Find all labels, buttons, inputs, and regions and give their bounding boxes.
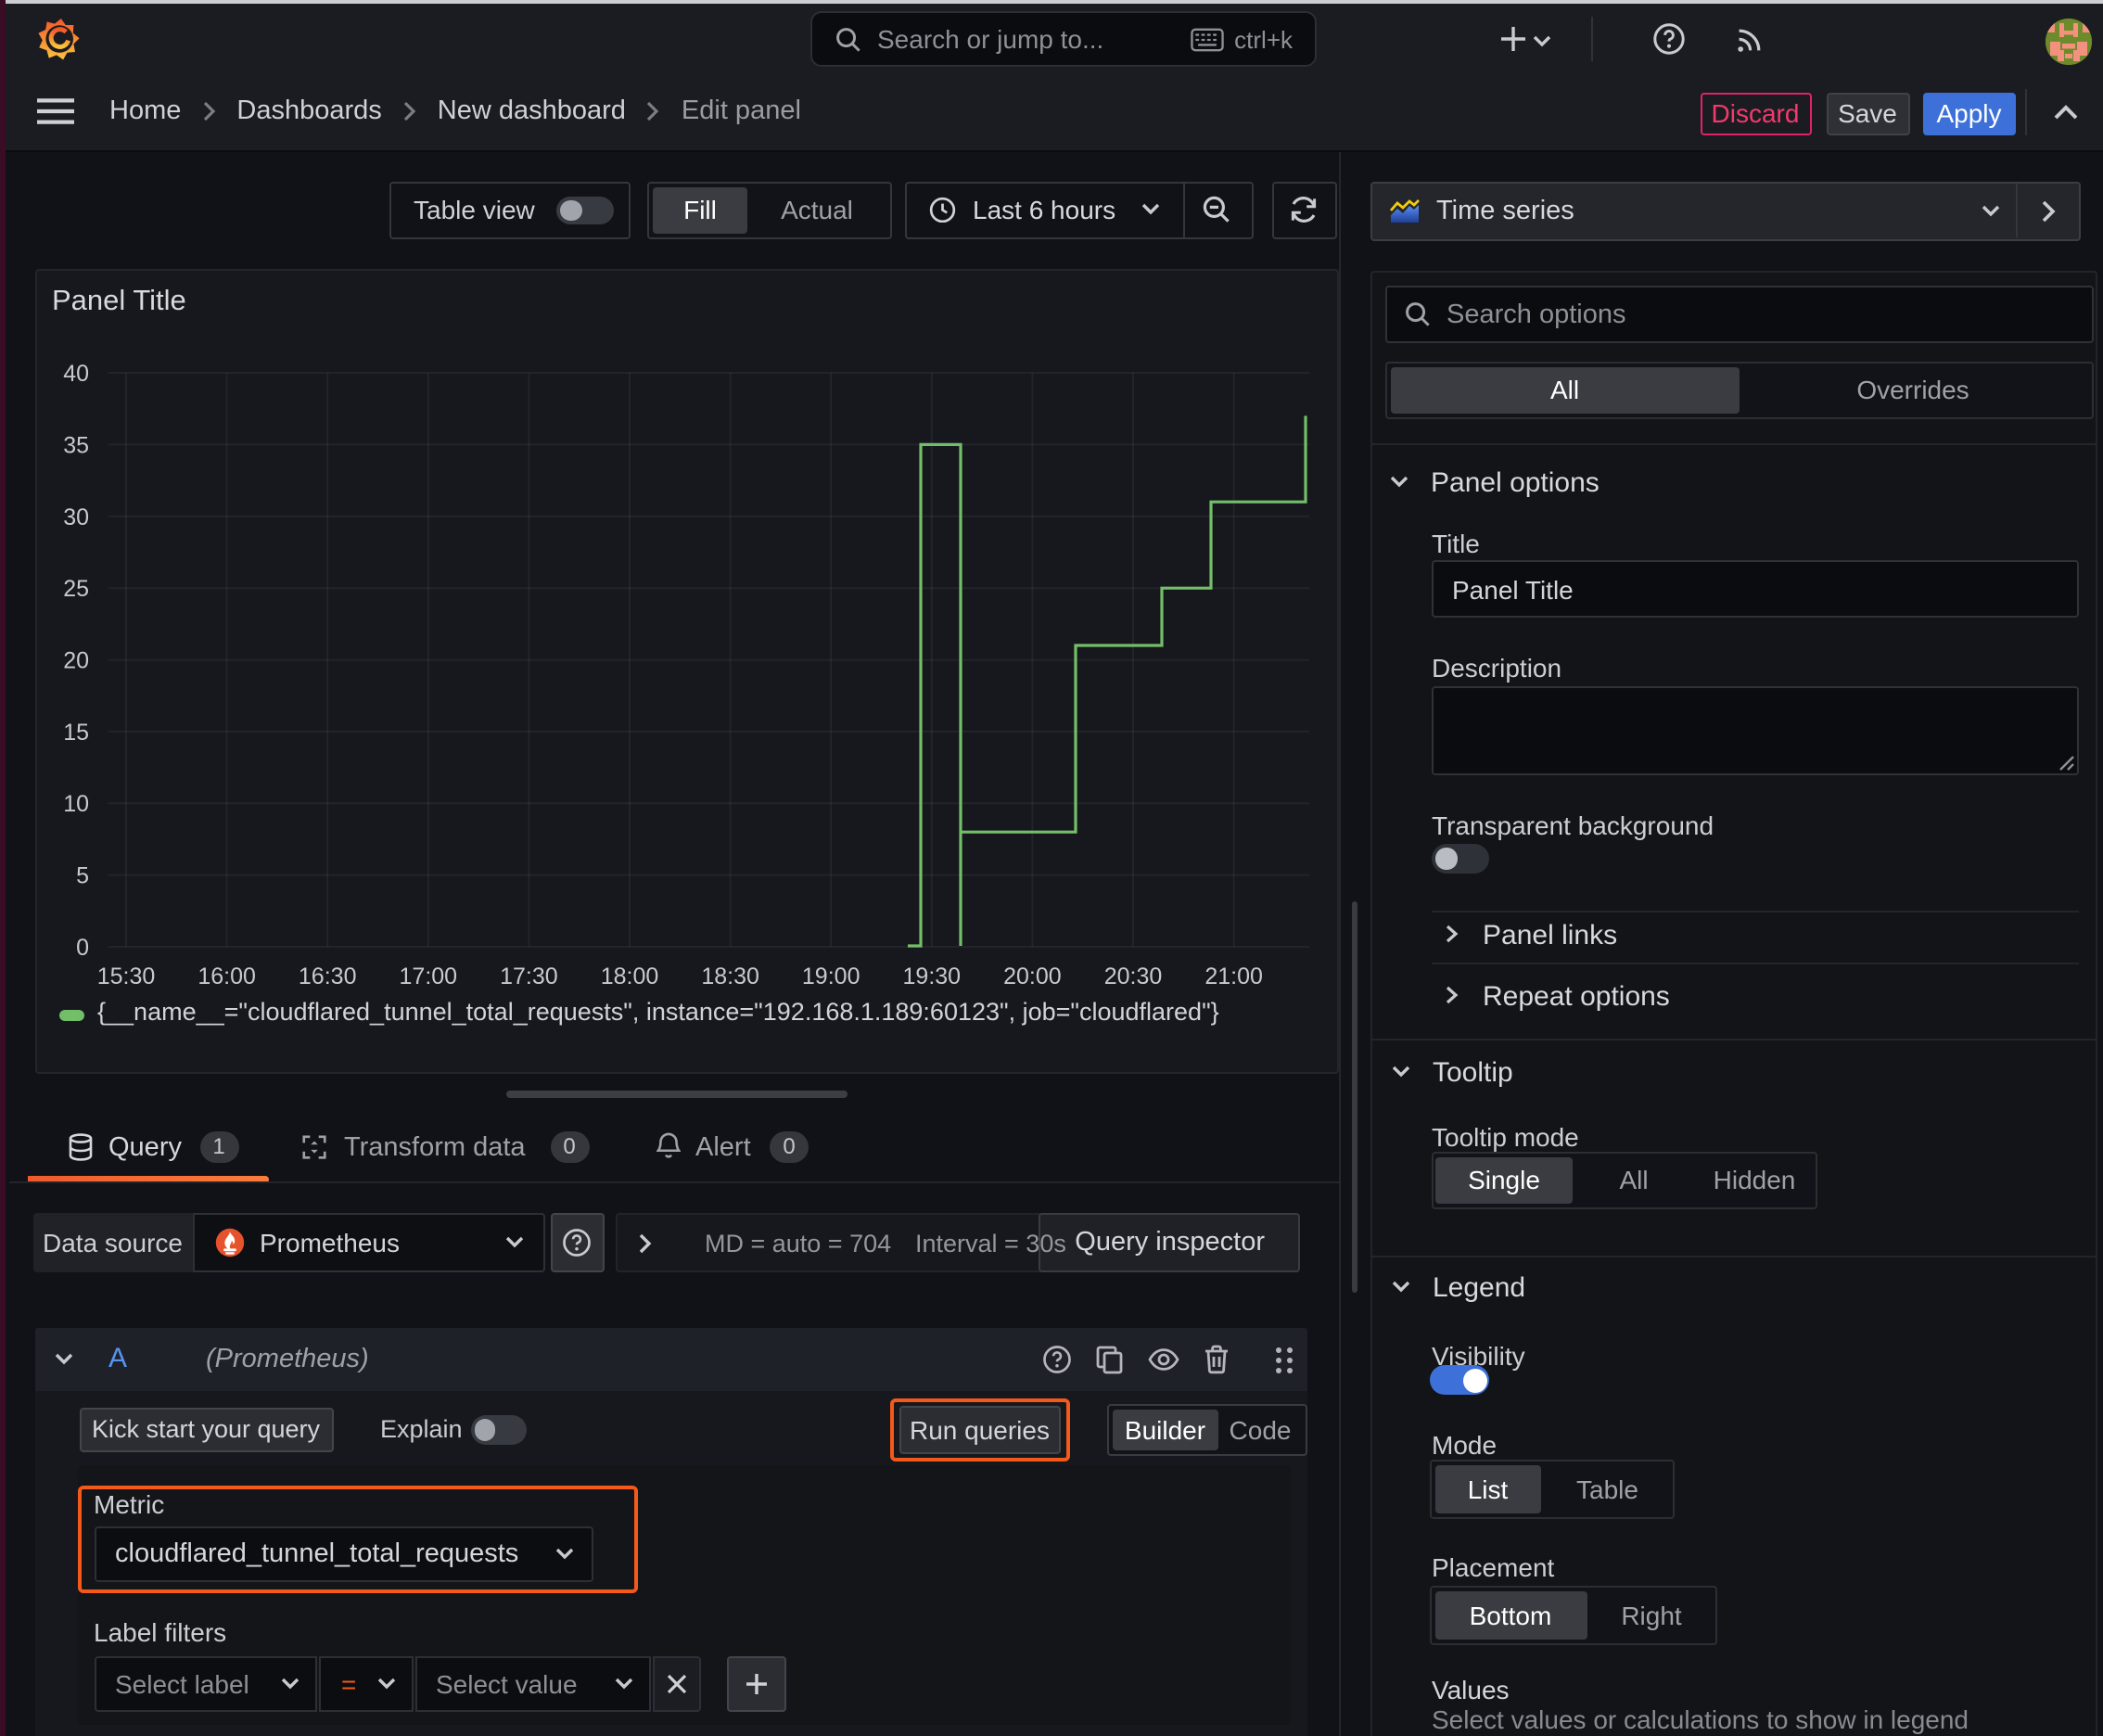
- svg-text:15:30: 15:30: [96, 964, 155, 989]
- svg-text:18:00: 18:00: [600, 964, 658, 989]
- svg-text:25: 25: [62, 576, 88, 602]
- svg-text:20:00: 20:00: [1002, 964, 1061, 989]
- svg-text:20:30: 20:30: [1103, 964, 1162, 989]
- svg-text:0: 0: [75, 935, 88, 961]
- svg-text:20: 20: [62, 647, 88, 673]
- svg-text:18:30: 18:30: [700, 964, 758, 989]
- svg-text:16:30: 16:30: [298, 964, 356, 989]
- svg-text:19:00: 19:00: [801, 964, 860, 989]
- svg-text:30: 30: [62, 504, 88, 530]
- svg-text:5: 5: [75, 863, 88, 889]
- svg-text:17:00: 17:00: [399, 964, 457, 989]
- svg-text:15: 15: [62, 720, 88, 746]
- svg-text:19:30: 19:30: [902, 964, 961, 989]
- svg-text:10: 10: [62, 791, 88, 817]
- svg-text:16:00: 16:00: [197, 964, 255, 989]
- svg-text:35: 35: [62, 432, 88, 458]
- svg-text:{__name__="cloudflared_tunnel_: {__name__="cloudflared_tunnel_total_requ…: [96, 998, 1218, 1026]
- svg-text:17:30: 17:30: [499, 964, 557, 989]
- svg-text:40: 40: [62, 361, 88, 387]
- svg-text:21:00: 21:00: [1204, 964, 1262, 989]
